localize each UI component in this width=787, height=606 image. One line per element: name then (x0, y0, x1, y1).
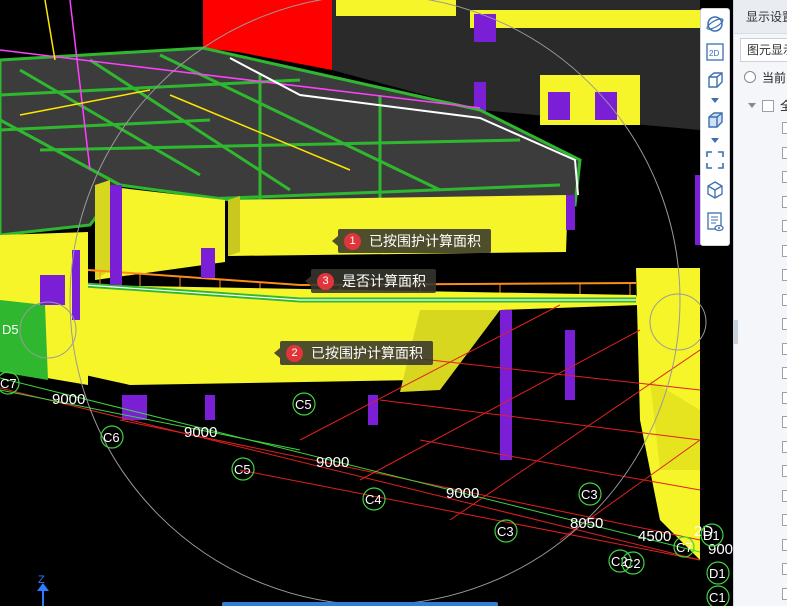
tab-element-display[interactable]: 图元显示 (740, 38, 787, 62)
callout-number-badge: 1 (344, 232, 361, 250)
tree-item-checkbox[interactable] (782, 465, 787, 477)
svg-text:C7: C7 (676, 540, 693, 555)
chevron-down-icon[interactable] (711, 138, 719, 143)
tree-item-checkbox[interactable] (782, 563, 787, 575)
tree-item-checkbox[interactable] (782, 318, 787, 330)
svg-text:D1: D1 (709, 566, 726, 581)
svg-text:D5: D5 (2, 322, 19, 337)
checkbox[interactable] (762, 99, 774, 112)
axis-marker: D1 (700, 523, 724, 547)
solid-cube-icon[interactable] (704, 109, 726, 131)
panel-collapse-handle[interactable] (733, 320, 738, 344)
axis-marker: C5 (292, 392, 316, 416)
axis-marker: C2 (621, 551, 645, 575)
svg-text:C5: C5 (295, 397, 312, 412)
orbit-icon[interactable] (704, 13, 726, 35)
svg-text:D1: D1 (703, 528, 720, 543)
callout-number-badge: 3 (317, 272, 334, 290)
svg-text:C7: C7 (0, 376, 17, 391)
viewport-bottom-bar (222, 602, 498, 606)
callout-text: 是否计算面积 (342, 273, 426, 289)
3d-viewport[interactable]: 9000 9000 9000 9000 8050 4500 900 2D C7 … (0, 0, 733, 606)
radio-label: 当前 (762, 70, 787, 85)
tree-root-label: 全 (780, 97, 787, 114)
grid-dim-label: 4500 (638, 528, 671, 545)
tree-item-checkbox[interactable] (782, 342, 787, 355)
grid-dim-label: 900 (708, 541, 733, 558)
grid-dim-label: 8050 (570, 515, 603, 532)
svg-text:C6: C6 (103, 430, 120, 445)
tree-item-checkbox[interactable] (782, 293, 787, 306)
callout-number-badge: 2 (286, 344, 303, 362)
z-axis-label: Z (38, 574, 45, 586)
tree-item-checkbox[interactable] (782, 269, 787, 281)
axis-marker: D1 (706, 561, 730, 585)
tree-item-checkbox[interactable] (782, 171, 787, 183)
grid-dim-label: 9000 (446, 485, 479, 502)
tree-item-checkbox[interactable] (782, 587, 787, 600)
grid-dim-label: 9000 (184, 424, 217, 441)
callout-area-enclosure-2[interactable]: 2 已按围护计算面积 (274, 341, 433, 365)
tree-item-checkbox[interactable] (782, 367, 787, 379)
axis-marker: C3 (578, 482, 602, 506)
svg-text:C1: C1 (709, 590, 726, 605)
grid-dim-label: 9000 (52, 391, 85, 408)
panel-title: 显示设置 (734, 0, 787, 34)
tree-item-checkbox[interactable] (782, 416, 787, 428)
tree-item-checkbox[interactable] (782, 538, 787, 551)
tree-item-checkbox[interactable] (782, 514, 787, 526)
axis-marker: C5 (231, 457, 255, 481)
fit-view-icon[interactable] (704, 149, 726, 171)
tree-item-checkbox[interactable] (782, 195, 787, 208)
axis-marker: C7 (673, 536, 695, 558)
cube-navigator-icon[interactable] (704, 179, 726, 201)
svg-text:2D: 2D (709, 49, 719, 58)
display-settings-panel: 显示设置 图元显示 当前 全 (733, 0, 787, 606)
tree-item-checkbox[interactable] (782, 391, 787, 404)
svg-text:C3: C3 (497, 524, 514, 539)
svg-text:C2: C2 (624, 556, 641, 571)
callout-text: 已按围护计算面积 (369, 233, 481, 249)
axis-marker: C7 (0, 371, 20, 395)
tree-root-item[interactable]: 全 (748, 97, 787, 114)
axis-marker: C3 (494, 519, 518, 543)
tree-item-checkbox[interactable] (782, 489, 787, 502)
z-axis-line (42, 585, 44, 606)
tree-item-checkbox[interactable] (782, 146, 787, 159)
tree-item-checkbox[interactable] (782, 244, 787, 257)
tree-item-checkbox[interactable] (782, 122, 787, 134)
svg-text:C4: C4 (365, 492, 382, 507)
building-model-scene: 9000 9000 9000 9000 8050 4500 900 2D C7 … (0, 0, 733, 606)
2d-view-icon[interactable]: 2D (704, 41, 726, 63)
axis-marker: C6 (100, 425, 124, 449)
chevron-down-icon[interactable] (711, 98, 719, 103)
tree-item-checkbox[interactable] (782, 220, 787, 232)
3d-box-icon[interactable] (704, 69, 726, 91)
upper-wall (336, 0, 456, 16)
expand-arrow-icon[interactable] (748, 103, 756, 108)
axis-marker: C4 (362, 487, 386, 511)
current-floor-radio[interactable]: 当前 (744, 68, 786, 86)
display-list-icon[interactable] (704, 211, 726, 233)
grid-dim-label: 9000 (316, 454, 349, 471)
callout-area-enclosure-1[interactable]: 1 已按围护计算面积 (332, 229, 491, 253)
svg-text:C3: C3 (581, 487, 598, 502)
callout-is-area-counted[interactable]: 3 是否计算面积 (305, 269, 436, 293)
axis-marker: C1 (706, 585, 730, 606)
tree-item-checkbox[interactable] (782, 440, 787, 453)
radio-button[interactable] (744, 71, 756, 83)
callout-text: 已按围护计算面积 (311, 345, 423, 361)
svg-text:C5: C5 (234, 462, 251, 477)
view-toolbar: 2D (700, 8, 730, 246)
axis-marker: D5 (2, 322, 19, 337)
